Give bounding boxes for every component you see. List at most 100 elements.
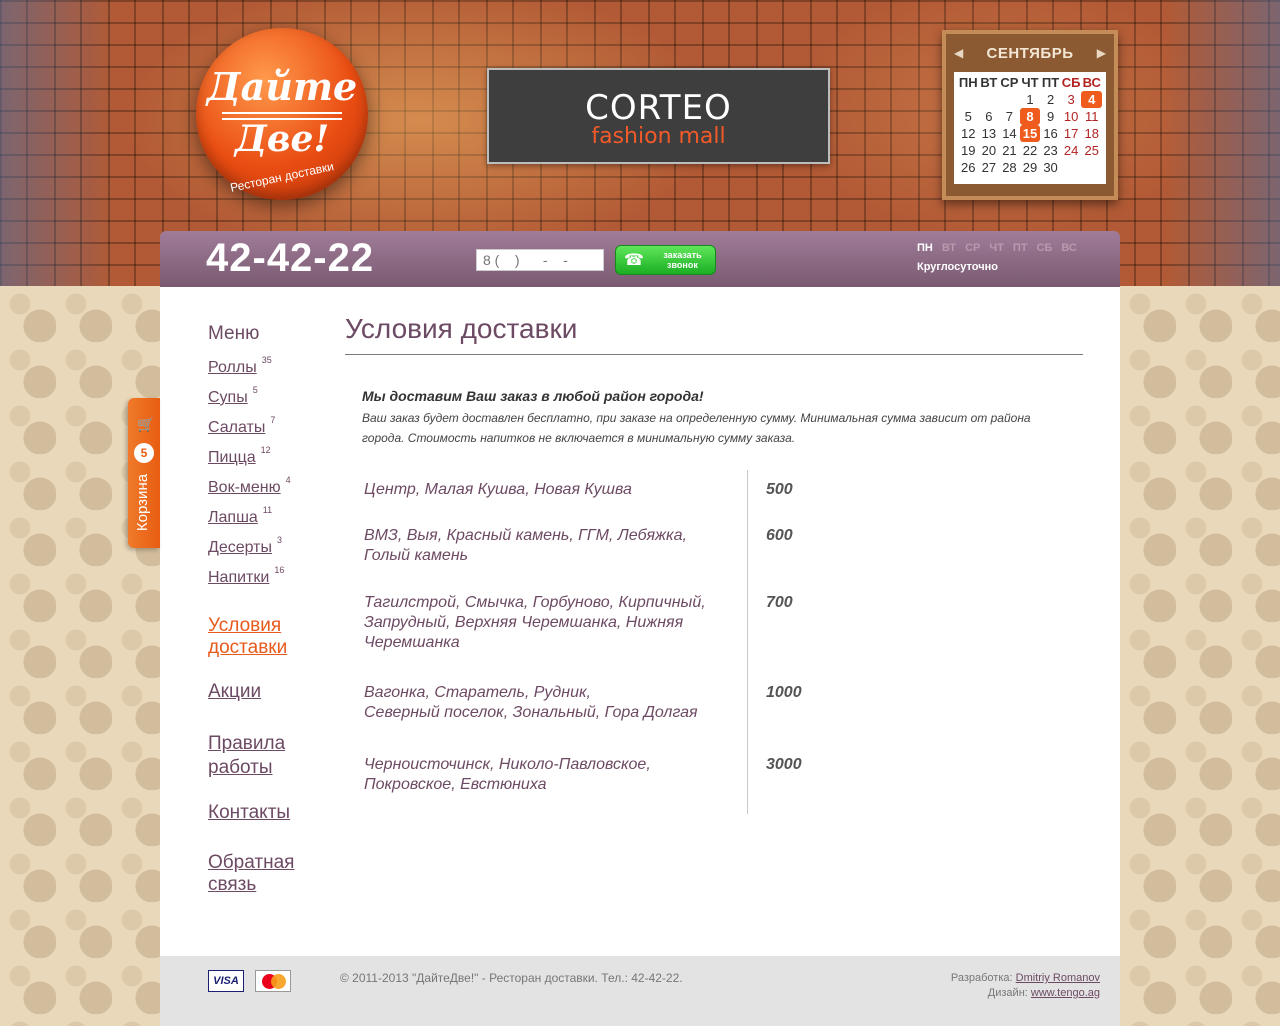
logo-line2: Две!	[234, 118, 330, 160]
calendar-day[interactable]: 9	[1040, 108, 1061, 125]
footer: VISA © 2011-2013 "ДайтеДве!" - Ресторан …	[160, 956, 1120, 1026]
title-divider	[345, 354, 1083, 355]
sidebar-link-wok[interactable]: Вок-меню	[208, 479, 281, 496]
nav-work-rules-line2: работы	[208, 757, 273, 778]
calendar-day[interactable]: 26	[958, 159, 979, 176]
calendar-day[interactable]: 28	[999, 159, 1020, 176]
zone-min-price: 600	[766, 527, 793, 544]
callback-button-label: заказать звонок	[663, 250, 702, 270]
calendar-widget: ◀ СЕНТЯБРЬ ▶ ПН ВТ СР ЧТ ПТ СБ ВС 1 2 3 4 5 6 7 8 9 10 11…	[942, 30, 1118, 200]
zone-list: ВМЗ, Выя, Красный камень, ГГМ, Лебяжка, …	[364, 526, 734, 566]
day-wed: СР	[965, 242, 981, 254]
calendar-day[interactable]: 21	[999, 142, 1020, 159]
calendar-day[interactable]: 17	[1061, 125, 1082, 142]
sidebar-count: 5	[252, 385, 258, 395]
design-link[interactable]: www.tengo.ag	[1031, 987, 1100, 999]
calendar-day[interactable]: 10	[1061, 108, 1082, 125]
calendar-day[interactable]: 30	[1040, 159, 1061, 176]
sidebar-count: 11	[262, 505, 273, 515]
calendar-day[interactable]: 13	[979, 125, 1000, 142]
calendar-day[interactable]: 1	[1020, 91, 1041, 108]
working-hours: Круглосуточно	[917, 261, 998, 273]
sidebar-count: 7	[270, 415, 276, 425]
zone-min-price: 3000	[766, 756, 802, 773]
calendar-weekday: СБ	[1061, 75, 1081, 90]
sidebar-item-soups: Супы 5	[208, 385, 258, 407]
logo[interactable]: Дайте Две! Ресторан доставки	[196, 28, 368, 200]
sidebar-link-drinks[interactable]: Напитки	[208, 569, 269, 586]
calendar-day[interactable]: 23	[1040, 142, 1061, 159]
calendar-day[interactable]: 20	[979, 142, 1000, 159]
logo-line1: Дайте	[206, 64, 358, 109]
sidebar-link-soups[interactable]: Супы	[208, 389, 248, 406]
nav-work-rules[interactable]: Правила работы	[208, 732, 285, 780]
corteo-banner[interactable]: CORTEO fashion mall	[487, 68, 830, 164]
calendar-day[interactable]: 2	[1040, 91, 1061, 108]
day-tue: ВТ	[941, 242, 957, 254]
nav-promotions[interactable]: Акции	[208, 681, 261, 703]
cart-label: Корзина	[134, 473, 152, 532]
nav-contacts[interactable]: Контакты	[208, 802, 290, 824]
intro-text: Ваш заказ будет доставлен бесплатно, при…	[362, 411, 1031, 445]
calendar-day[interactable]: 18	[1081, 125, 1102, 142]
calendar-next-icon[interactable]: ▶	[1097, 46, 1106, 60]
banner-brand: CORTEO	[585, 88, 732, 128]
calendar-empty-cell	[1081, 159, 1102, 176]
sidebar-link-pizza[interactable]: Пицца	[208, 449, 256, 466]
zone-line: Тагилстрой, Смычка, Горбуново, Кирпичный…	[364, 594, 706, 611]
calendar-weekday: СР	[1000, 75, 1019, 90]
zone-line: Черноисточинск, Николо-Павловское,	[364, 756, 651, 773]
calendar-day[interactable]: 27	[979, 159, 1000, 176]
calendar-day[interactable]: 5	[958, 108, 979, 125]
zone-line: Вагонка, Старатель, Рудник,	[364, 684, 591, 701]
sidebar-item-salads: Салаты 7	[208, 415, 275, 437]
day-sat: СБ	[1036, 242, 1053, 254]
nav-feedback-line1: Обратная	[208, 852, 295, 873]
calendar-month: СЕНТЯБРЬ	[986, 44, 1074, 62]
phone-bar: 42-42-22 ☎ заказать звонок ПН ВТ СР ЧТ П…	[160, 231, 1120, 287]
sidebar-link-rolls[interactable]: Роллы	[208, 359, 257, 376]
calendar-day[interactable]: 12	[958, 125, 979, 142]
calendar-day[interactable]: 14	[999, 125, 1020, 142]
callback-phone-input[interactable]	[476, 249, 604, 271]
calendar-day[interactable]: 3	[1061, 91, 1082, 108]
zone-list: Тагилстрой, Смычка, Горбуново, Кирпичный…	[364, 593, 734, 653]
dev-label: Разработка:	[950, 972, 1013, 984]
chopsticks-icon	[222, 112, 342, 114]
calendar-day[interactable]: 24	[1061, 142, 1082, 159]
nav-contacts-label: Контакты	[208, 802, 291, 823]
zone-line: Голый камень	[364, 547, 469, 564]
dev-link[interactable]: Dmitriy Romanov	[1016, 972, 1100, 984]
cart-icon: 🛒	[137, 416, 155, 432]
sidebar-count: 3	[277, 535, 283, 545]
calendar-day[interactable]: 7	[999, 108, 1020, 125]
nav-delivery-terms[interactable]: Условия доставки	[208, 615, 287, 659]
day-mon: ПН	[917, 242, 933, 254]
callback-button[interactable]: ☎ заказать звонок	[615, 245, 716, 275]
calendar-day[interactable]: 25	[1081, 142, 1102, 159]
sidebar-link-desserts[interactable]: Десерты	[208, 539, 272, 556]
sidebar-link-noodles[interactable]: Лапша	[208, 509, 258, 526]
calendar-empty-cell	[979, 91, 1000, 108]
calendar-day[interactable]: 29	[1020, 159, 1041, 176]
calendar-day[interactable]: 4	[1081, 91, 1102, 108]
calendar-day[interactable]: 15	[1019, 125, 1041, 142]
calendar-day[interactable]: 19	[958, 142, 979, 159]
sidebar-item-desserts: Десерты 3	[208, 535, 282, 557]
nav-feedback[interactable]: Обратная связь	[208, 852, 294, 896]
calendar-day[interactable]: 22	[1020, 142, 1041, 159]
calendar-day[interactable]: 6	[979, 108, 1000, 125]
phone-number: 42-42-22	[206, 236, 375, 280]
calendar-day[interactable]: 11	[1081, 108, 1102, 125]
calendar-prev-icon[interactable]: ◀	[954, 46, 963, 60]
calendar-weekday: ПН	[958, 75, 978, 90]
calendar-day[interactable]: 8	[1019, 108, 1041, 125]
sidebar-count: 12	[260, 445, 271, 455]
zone-line: Черемшанка	[364, 634, 460, 651]
day-sun: ВС	[1061, 242, 1077, 254]
table-divider	[747, 470, 748, 814]
zone-line: ВМЗ, Выя, Красный камень, ГГМ, Лебяжка,	[364, 527, 687, 544]
cart-tab[interactable]: 🛒 5 Корзина	[128, 398, 160, 548]
sidebar-link-salads[interactable]: Салаты	[208, 419, 265, 436]
calendar-day[interactable]: 16	[1040, 125, 1061, 142]
